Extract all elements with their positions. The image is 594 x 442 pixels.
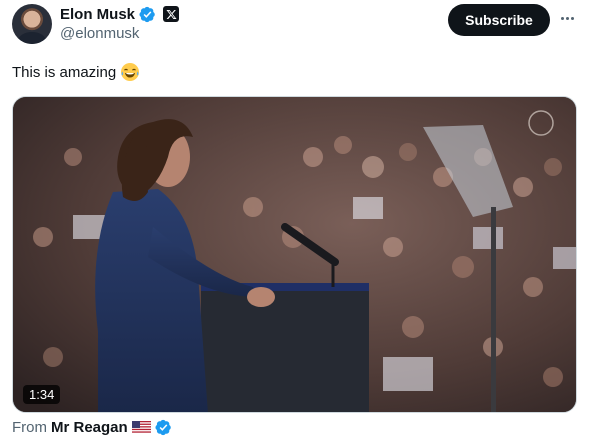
x-logo-icon <box>163 6 180 22</box>
tweet-text-row: This is amazing <box>12 62 140 82</box>
video-thumbnail <box>13 97 576 412</box>
author-name[interactable]: Elon Musk <box>60 6 135 23</box>
author-name-row: Elon Musk <box>60 4 180 24</box>
subscribe-button[interactable]: Subscribe <box>448 4 550 36</box>
video-player[interactable]: 1:34 <box>12 96 577 413</box>
source-attribution: From Mr Reagan <box>12 419 172 436</box>
author-handle[interactable]: @elonmusk <box>60 25 139 42</box>
source-verified-badge-icon <box>155 419 171 436</box>
source-account-name[interactable]: Mr Reagan <box>51 419 128 436</box>
tweet-text: This is amazing <box>12 63 117 81</box>
more-options-icon[interactable] <box>557 8 577 28</box>
author-avatar[interactable] <box>12 4 52 44</box>
verified-badge-icon <box>139 6 155 22</box>
tears-of-joy-emoji-icon <box>121 63 140 81</box>
us-flag-icon <box>131 421 151 434</box>
video-duration-badge: 1:34 <box>23 385 61 404</box>
from-label: From <box>12 419 47 436</box>
